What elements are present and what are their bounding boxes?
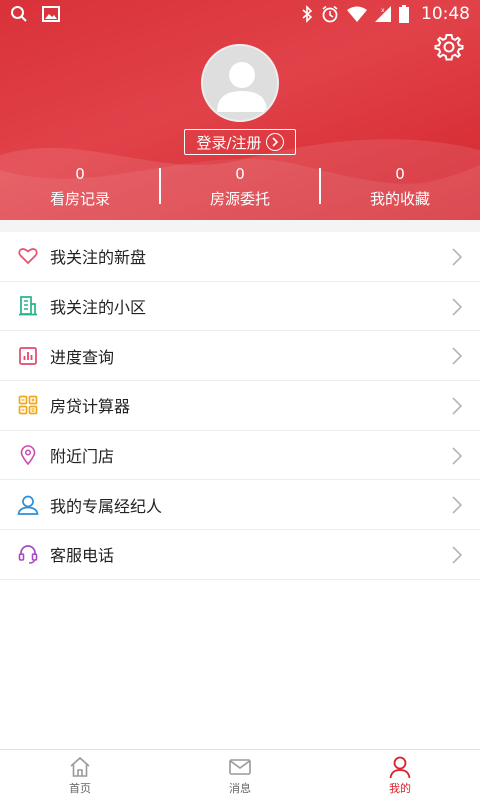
- login-register-label: 登录/注册: [196, 133, 262, 152]
- home-icon: [70, 756, 90, 777]
- battery-icon: [399, 5, 409, 23]
- headset-icon: [17, 543, 39, 565]
- search-icon: [11, 6, 27, 22]
- status-bar: x 10:48: [0, 0, 480, 28]
- arrow-right-circle-icon: [265, 133, 284, 151]
- menu-list: 我关注的新盘 我关注的小区 进度查询 房贷计算器 附近门店 我的专属经纪人 客服…: [0, 232, 480, 580]
- menu-item-label: 房贷计算器: [50, 397, 131, 417]
- stat-listing-entrust[interactable]: 0 房源委托: [160, 164, 320, 214]
- menu-item-label: 我关注的新盘: [50, 248, 147, 268]
- stat-label: 房源委托: [209, 190, 270, 208]
- menu-item-customer-service[interactable]: 客服电话: [0, 530, 480, 580]
- stat-divider: [319, 168, 321, 204]
- settings-gear-icon[interactable]: [434, 32, 464, 62]
- stat-count: 0: [75, 165, 85, 183]
- section-gap: [0, 220, 480, 232]
- tab-home[interactable]: 首页: [0, 750, 160, 800]
- heart-icon: [17, 245, 39, 267]
- stat-viewing-records[interactable]: 0 看房记录: [0, 164, 160, 214]
- stat-favorites[interactable]: 0 我的收藏: [320, 164, 480, 214]
- menu-item-progress-query[interactable]: 进度查询: [0, 331, 480, 382]
- wifi-icon: [347, 6, 367, 22]
- menu-item-followed-new-homes[interactable]: 我关注的新盘: [0, 232, 480, 282]
- bar-chart-icon: [17, 345, 39, 367]
- svg-text:x: x: [381, 7, 385, 14]
- avatar[interactable]: [201, 44, 279, 122]
- menu-item-exclusive-agent[interactable]: 我的专属经纪人: [0, 480, 480, 531]
- menu-item-followed-communities[interactable]: 我关注的小区: [0, 282, 480, 332]
- menu-item-label: 客服电话: [50, 546, 115, 566]
- tab-mine[interactable]: 我的: [320, 750, 480, 800]
- tab-label: 我的: [389, 782, 411, 795]
- menu-item-label: 我的专属经纪人: [50, 496, 163, 516]
- stat-divider: [159, 168, 161, 204]
- chevron-right-icon: [452, 496, 462, 515]
- calculator-icon: [17, 394, 39, 416]
- stat-label: 看房记录: [49, 190, 110, 208]
- status-time: 10:48: [421, 4, 470, 24]
- tab-messages[interactable]: 消息: [160, 750, 320, 800]
- menu-item-label: 附近门店: [50, 447, 115, 467]
- tab-label: 首页: [69, 782, 91, 795]
- chevron-right-icon: [452, 546, 462, 564]
- image-icon: [42, 6, 60, 22]
- building-icon: [17, 295, 39, 317]
- signal-icon: x: [375, 6, 391, 22]
- stat-label: 我的收藏: [369, 190, 430, 208]
- menu-item-mortgage-calculator[interactable]: 房贷计算器: [0, 381, 480, 431]
- user-icon: [389, 756, 411, 779]
- stats-row: 0 看房记录 0 房源委托 0 我的收藏: [0, 164, 480, 214]
- location-pin-icon: [17, 444, 39, 466]
- menu-item-label: 我关注的小区: [50, 298, 147, 318]
- menu-item-nearby-stores[interactable]: 附近门店: [0, 431, 480, 481]
- chevron-right-icon: [452, 347, 462, 365]
- chevron-right-icon: [452, 298, 462, 316]
- agent-icon: [17, 494, 39, 516]
- menu-item-label: 进度查询: [50, 347, 115, 367]
- bottom-tab-bar: 首页 消息 我的: [0, 749, 480, 800]
- tab-label: 消息: [229, 782, 251, 795]
- chevron-right-icon: [452, 397, 462, 415]
- chevron-right-icon: [452, 248, 462, 266]
- alarm-icon: [322, 5, 338, 23]
- login-register-button[interactable]: 登录/注册: [184, 129, 296, 155]
- mail-icon: [229, 759, 251, 775]
- stat-count: 0: [395, 165, 405, 183]
- stat-count: 0: [235, 165, 245, 183]
- chevron-right-icon: [452, 447, 462, 465]
- bluetooth-icon: [302, 5, 313, 23]
